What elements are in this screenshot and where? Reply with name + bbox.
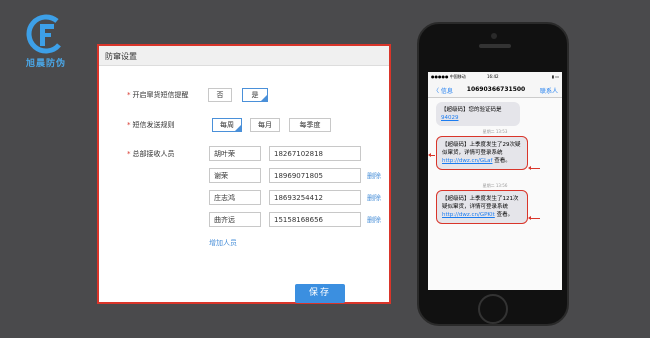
recipient-phone-field[interactable]: 15158168656 — [269, 212, 361, 227]
battery-icon: ▮ ▭ — [551, 74, 559, 79]
frequency-monthly-button[interactable]: 每月 — [250, 118, 280, 132]
sms-alert-label: * 开启窜货短信提醒 — [127, 91, 189, 99]
recipient-name-field[interactable]: 曲齐远 — [209, 212, 261, 227]
delete-recipient-link[interactable]: 删除 — [367, 193, 381, 203]
panel-title: 防窜设置 — [99, 46, 389, 66]
back-button[interactable]: 〈 信息 — [433, 86, 453, 95]
recipients-label: * 总部接收人员 — [127, 150, 175, 158]
add-recipient-link[interactable]: 增加人员 — [209, 238, 237, 248]
delete-recipient-link[interactable]: 删除 — [367, 215, 381, 225]
recipient-name-field[interactable]: 庄志鸿 — [209, 190, 261, 205]
frequency-label: * 短信发送规则 — [127, 121, 175, 129]
logo-text: 旭晨防伪 — [25, 59, 66, 69]
sms-bubble: 【超级码】上季度发生了29次疑似窜货，详情可登录系统 http://dwz.cn… — [436, 136, 528, 170]
speaker-grille — [479, 44, 511, 48]
messages-navbar: 〈 信息 10690366731500 联系人 — [428, 81, 562, 98]
delete-recipient-link[interactable]: 删除 — [367, 171, 381, 181]
recipient-name-field[interactable]: 胡叶荣 — [209, 146, 261, 161]
status-bar: ●●●●● 中国移动 16:42 ▮ ▭ — [428, 72, 562, 81]
phone-screen: ●●●●● 中国移动 16:42 ▮ ▭ 〈 信息 10690366731500… — [428, 72, 562, 290]
recipient-phone-field[interactable]: 18267102818 — [269, 146, 361, 161]
recipient-phone-field[interactable]: 18969071805 — [269, 168, 361, 183]
home-button — [478, 294, 508, 324]
status-time: 16:42 — [487, 74, 499, 79]
save-button[interactable]: 保存 — [295, 284, 345, 303]
phone-mockup: ●●●●● 中国移动 16:42 ▮ ▭ 〈 信息 10690366731500… — [417, 22, 569, 326]
sms-link[interactable]: http://dwz.cn/GLaf — [442, 158, 492, 164]
arrow-icon — [428, 153, 435, 157]
recipient-name-field[interactable]: 谢荣 — [209, 168, 261, 183]
arrow-icon — [528, 166, 540, 170]
sms-alert-yes-button[interactable]: 是 — [242, 88, 268, 102]
logo-icon — [26, 14, 66, 54]
timestamp: 星期二 13:53 — [482, 129, 508, 134]
sender-number: 10690366731500 — [466, 86, 526, 93]
recipient-phone-field[interactable]: 18693254412 — [269, 190, 361, 205]
anti-channel-settings-panel: 防窜设置 * 开启窜货短信提醒 否 是 * 短信发送规则 每周 每月 每季度 * 总部… — [97, 44, 391, 304]
brand-logo: 旭晨防伪 — [16, 14, 76, 69]
arrow-icon — [528, 216, 540, 220]
frequency-quarterly-button[interactable]: 每季度 — [289, 118, 331, 132]
carrier-text: ●●●●● 中国移动 — [431, 74, 466, 79]
frequency-weekly-button[interactable]: 每周 — [212, 118, 242, 132]
timestamp: 星期二 13:56 — [482, 183, 508, 188]
sms-bubble: 【超级码】上季度发生了121次疑似窜货，详情可登录系统 http://dwz.c… — [436, 190, 528, 224]
sms-link[interactable]: http://dwz.cn/GPKIt — [442, 212, 495, 218]
camera-icon — [491, 33, 497, 39]
sms-bubble: 【超级码】您的验证码是 94029 — [436, 102, 520, 126]
verification-code[interactable]: 94029 — [441, 115, 459, 121]
contact-button[interactable]: 联系人 — [540, 86, 558, 95]
sms-alert-no-button[interactable]: 否 — [208, 88, 232, 102]
